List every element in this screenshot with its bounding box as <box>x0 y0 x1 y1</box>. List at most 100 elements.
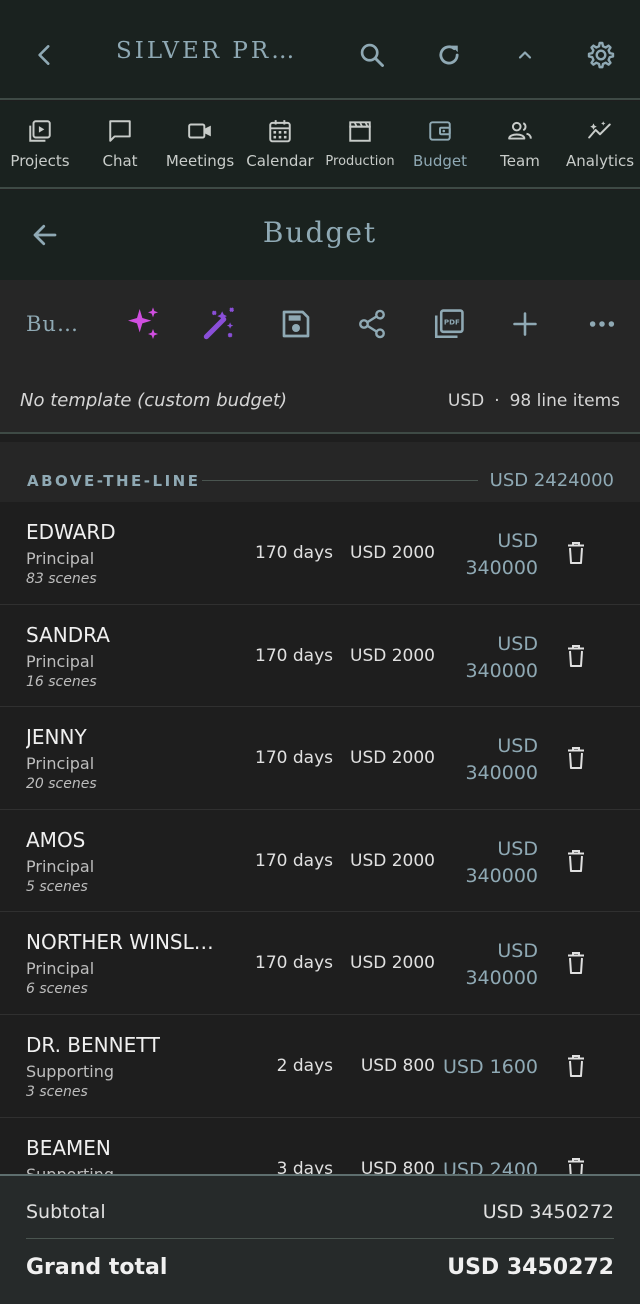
line-item-amount: USD 340000 <box>438 733 538 787</box>
line-item-scenes: 16 scenes <box>26 673 97 690</box>
line-item-rate[interactable]: USD 2000 <box>350 748 435 768</box>
line-item-days[interactable]: 170 days <box>255 851 333 871</box>
refresh-icon[interactable] <box>424 30 474 80</box>
line-item-days[interactable]: 170 days <box>255 748 333 768</box>
line-item-count: 98 line items <box>509 391 620 411</box>
save-icon[interactable] <box>272 300 320 348</box>
line-item-scenes: 3 scenes <box>26 1083 88 1100</box>
line-item-row[interactable]: AMOS Principal 5 scenes 170 days USD 200… <box>0 809 640 913</box>
tab-projects[interactable]: Projects <box>0 101 80 187</box>
line-item-name: BEAMEN <box>26 1135 111 1160</box>
grand-total-value: USD 3450272 <box>447 1255 614 1280</box>
line-item-rate[interactable]: USD 2000 <box>350 543 435 563</box>
tab-calendar[interactable]: Calendar <box>240 101 320 187</box>
line-item-rate[interactable]: USD 2000 <box>350 646 435 666</box>
line-item-scenes: 5 scenes <box>26 878 88 895</box>
tab-meetings[interactable]: Meetings <box>160 101 240 187</box>
line-item-rate[interactable]: USD 800 <box>361 1056 435 1076</box>
template-label[interactable]: No template (custom budget) <box>20 390 287 411</box>
line-item-row[interactable]: JENNY Principal 20 scenes 170 days USD 2… <box>0 707 640 810</box>
totals-divider <box>26 1238 614 1239</box>
amount-value: 340000 <box>465 762 538 785</box>
section-header[interactable]: ABOVE-THE-LINE USD 2424000 <box>0 442 640 502</box>
tab-label: Calendar <box>246 152 314 170</box>
calendar-icon <box>266 117 294 145</box>
trash-icon[interactable] <box>562 846 590 876</box>
tab-production[interactable]: Production <box>320 101 400 187</box>
back-chevron-icon[interactable] <box>20 30 70 80</box>
amount-value: 340000 <box>465 557 538 579</box>
pdf-icon[interactable]: PDF <box>425 300 473 348</box>
line-item-amount: USD 1600 <box>443 1055 538 1078</box>
line-item-amount: USD 2400 <box>443 1158 538 1174</box>
line-item-name: DR. BENNETT <box>26 1032 161 1057</box>
amount-value: 340000 <box>465 967 538 990</box>
amount-currency: USD <box>497 837 538 860</box>
tab-budget[interactable]: Budget <box>400 101 480 187</box>
line-item-days[interactable]: 170 days <box>255 953 333 973</box>
gear-icon[interactable] <box>576 30 626 80</box>
amount-value: 340000 <box>465 659 538 682</box>
line-item-scenes: 6 scenes <box>26 981 88 998</box>
tab-label: Projects <box>10 152 70 170</box>
tab-team[interactable]: Team <box>480 101 560 187</box>
amount-currency: USD <box>497 940 538 963</box>
line-item-list[interactable]: EDWARD Principal 83 scenes 170 days USD … <box>0 502 640 1174</box>
line-item-role: Principal <box>26 549 95 568</box>
line-item-row[interactable]: NORTHER WINSL… Principal 6 scenes 170 da… <box>0 912 640 1015</box>
line-item-rate[interactable]: USD 2000 <box>350 953 435 973</box>
trash-icon[interactable] <box>562 743 590 773</box>
line-item-days[interactable]: 2 days <box>277 1056 333 1076</box>
add-icon[interactable] <box>501 300 549 348</box>
section-label: ABOVE-THE-LINE <box>27 472 201 490</box>
project-title[interactable]: SILVER PRO… <box>116 38 316 64</box>
trash-icon[interactable] <box>562 948 590 978</box>
budget-name[interactable]: Bu… <box>26 312 79 336</box>
module-tabs: Projects Chat Meetings Calendar Producti… <box>0 101 640 189</box>
trash-icon[interactable] <box>562 538 590 568</box>
line-item-amount: USD 340000 <box>438 631 538 685</box>
totals-panel: Subtotal USD 3450272 Grand total USD 345… <box>0 1174 640 1304</box>
budget-info-bar: No template (custom budget) USD · 98 line … <box>0 368 640 434</box>
section-total: USD 2424000 <box>489 470 614 491</box>
tab-chat[interactable]: Chat <box>80 101 160 187</box>
section-divider <box>202 480 478 481</box>
grand-total-label: Grand total <box>26 1255 168 1280</box>
share-icon[interactable] <box>348 300 396 348</box>
line-item-name: AMOS <box>26 827 86 852</box>
line-item-name: JENNY <box>26 725 87 750</box>
line-item-name: NORTHER WINSL… <box>26 930 214 955</box>
line-item-amount: USD 340000 <box>438 836 538 890</box>
trash-icon[interactable] <box>562 641 590 671</box>
line-item-role: Supporting <box>26 1165 114 1174</box>
line-item-role: Principal <box>26 856 95 876</box>
line-item-row[interactable]: BEAMEN Supporting 3 days USD 800 USD 240… <box>0 1117 640 1174</box>
trash-icon[interactable] <box>562 1051 590 1081</box>
amount-currency: USD <box>497 632 538 655</box>
line-item-row[interactable]: SANDRA Principal 16 scenes 170 days USD … <box>0 604 640 708</box>
projects-icon <box>26 117 54 145</box>
trash-icon[interactable] <box>562 1154 590 1174</box>
line-item-row[interactable]: EDWARD Principal 83 scenes 170 days USD … <box>0 502 640 605</box>
line-item-rate[interactable]: USD 2000 <box>350 851 435 871</box>
line-item-days[interactable]: 3 days <box>277 1159 333 1174</box>
line-item-days[interactable]: 170 days <box>255 543 333 563</box>
line-item-role: Principal <box>26 754 95 774</box>
tab-label: Chat <box>102 152 138 170</box>
search-icon[interactable] <box>347 30 397 80</box>
line-item-rate[interactable]: USD 800 <box>361 1159 435 1174</box>
line-item-amount: USD 340000 <box>438 528 538 582</box>
tab-label: Budget <box>413 152 467 170</box>
page-header: Budget <box>0 190 640 280</box>
line-item-row[interactable]: DR. BENNETT Supporting 3 scenes 2 days U… <box>0 1014 640 1118</box>
tab-label: Team <box>500 152 540 170</box>
subtotal-value: USD 3450272 <box>482 1201 614 1223</box>
line-item-amount: USD 340000 <box>438 938 538 992</box>
line-item-days[interactable]: 170 days <box>255 646 333 666</box>
magic-wand-icon[interactable] <box>195 300 243 348</box>
tab-analytics[interactable]: Analytics <box>560 101 640 187</box>
collapse-chevron-icon[interactable] <box>500 30 550 80</box>
sparkles-icon[interactable] <box>119 300 167 348</box>
more-icon[interactable] <box>578 300 626 348</box>
line-item-role: Principal <box>26 651 95 671</box>
